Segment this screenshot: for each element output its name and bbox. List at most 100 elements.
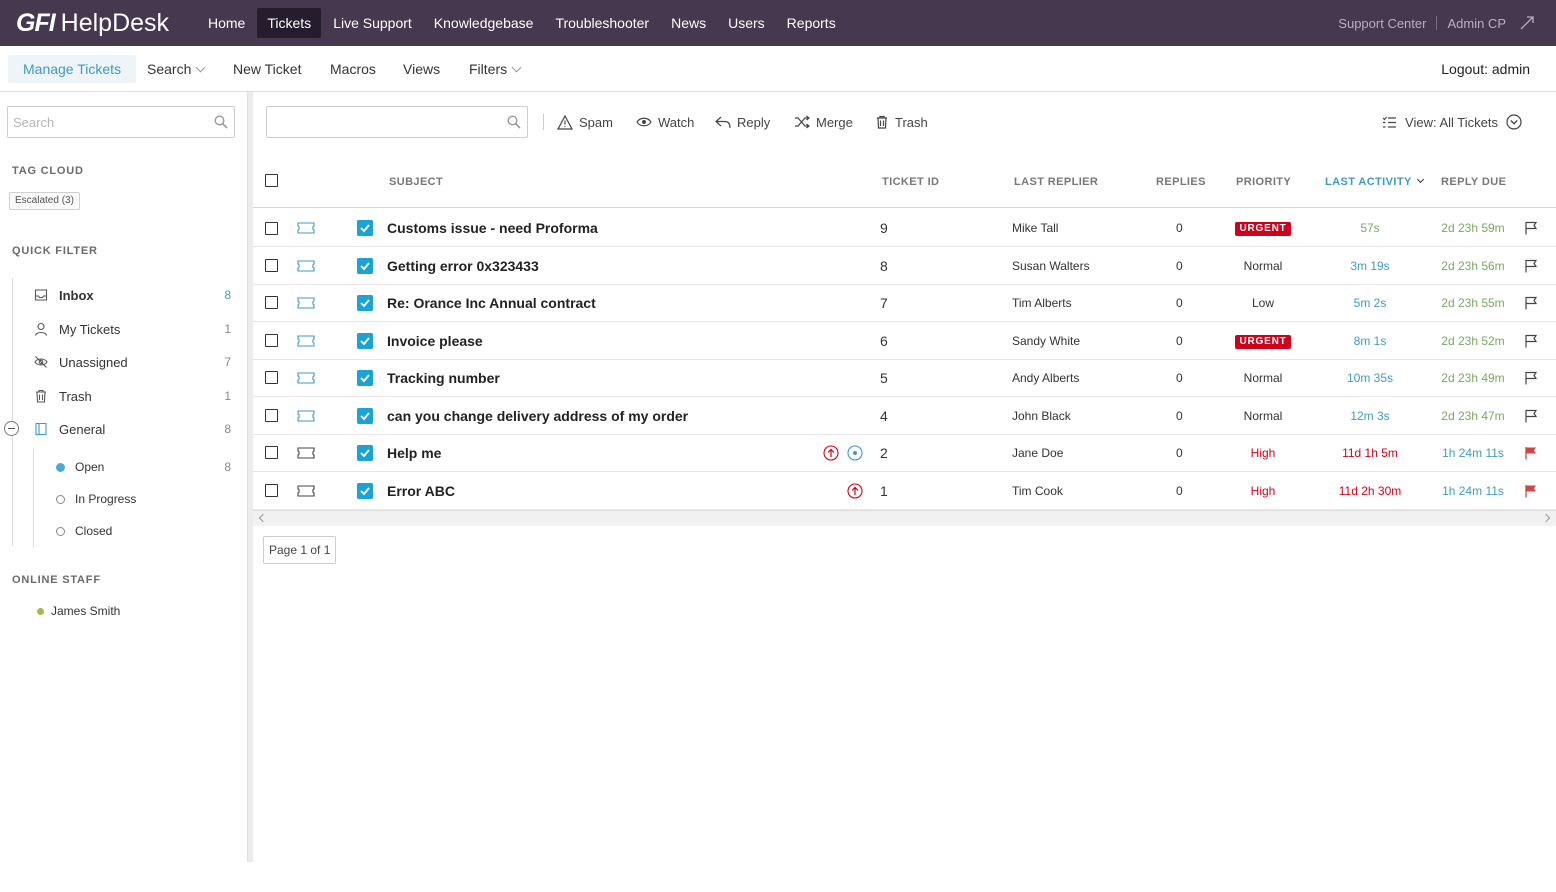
flag-icon[interactable] (1524, 409, 1538, 423)
views-link[interactable]: Views (403, 55, 440, 83)
table-row[interactable]: can you change delivery address of my or… (253, 397, 1556, 435)
nav-knowledgebase[interactable]: Knowledgebase (424, 8, 544, 38)
ticket-subject[interactable]: Help me (387, 434, 441, 472)
search-icon[interactable] (214, 115, 228, 129)
collapse-minus-icon[interactable] (4, 421, 19, 436)
trash-button[interactable]: Trash (875, 112, 928, 132)
flag-icon[interactable] (1524, 484, 1538, 498)
row-checkbox[interactable] (265, 371, 278, 384)
select-all-checkbox[interactable] (265, 174, 278, 187)
scroll-right-icon[interactable] (1541, 513, 1551, 523)
table-row[interactable]: Re: Orance Inc Annual contract 7 Tim Alb… (253, 284, 1556, 322)
staff-member[interactable]: James Smith (37, 604, 120, 618)
flag-icon[interactable] (1524, 296, 1538, 310)
nav-tickets[interactable]: Tickets (257, 8, 322, 38)
col-last-replier[interactable]: LAST REPLIER (1014, 176, 1098, 188)
new-ticket-link[interactable]: New Ticket (233, 55, 301, 83)
ticket-subject[interactable]: Invoice please (387, 322, 483, 360)
expand-icon[interactable] (1520, 16, 1534, 30)
flag-icon[interactable] (1524, 371, 1538, 385)
col-priority[interactable]: PRIORITY (1236, 176, 1291, 188)
filter-trash[interactable]: Trash 1 (34, 386, 234, 406)
tree-line (33, 449, 34, 547)
eye-off-icon (34, 356, 48, 368)
nav-news[interactable]: News (661, 8, 716, 38)
row-checkbox[interactable] (265, 259, 278, 272)
check-icon[interactable] (357, 408, 373, 424)
ticket-subject[interactable]: Getting error 0x323433 (387, 247, 539, 285)
view-selector[interactable]: View: All Tickets (1374, 111, 1530, 133)
scroll-left-icon[interactable] (258, 513, 268, 523)
ticket-search-input[interactable] (267, 107, 497, 137)
merge-button[interactable]: Merge (794, 112, 853, 132)
last-activity: 57s (1360, 221, 1380, 235)
flag-icon[interactable] (1524, 446, 1538, 460)
check-icon[interactable] (357, 333, 373, 349)
top-nav: Home Tickets Live Support Knowledgebase … (198, 8, 848, 38)
macros-link[interactable]: Macros (330, 55, 376, 83)
status-closed[interactable]: Closed (56, 521, 234, 541)
filter-unassigned[interactable]: Unassigned 7 (34, 352, 234, 372)
check-icon[interactable] (357, 295, 373, 311)
filters-menu[interactable]: Filters (469, 55, 522, 83)
ticket-icon (297, 335, 315, 347)
ticket-subject[interactable]: can you change delivery address of my or… (387, 397, 688, 435)
col-last-activity[interactable]: LAST ACTIVITY (1325, 175, 1424, 188)
table-row[interactable]: Error ABC 1 Tim Cook 0 High 11d 2h 30m 1… (253, 472, 1556, 510)
flag-icon[interactable] (1524, 221, 1538, 235)
tag-escalated[interactable]: Escalated (3) (9, 192, 80, 210)
reply-button[interactable]: Reply (715, 112, 770, 132)
ticket-subject[interactable]: Tracking number (387, 359, 500, 397)
row-checkbox[interactable] (265, 484, 278, 497)
filter-inbox[interactable]: Inbox 8 (34, 285, 234, 305)
support-center-link[interactable]: Support Center (1338, 16, 1426, 31)
row-checkbox[interactable] (265, 222, 278, 235)
search-icon[interactable] (507, 115, 521, 129)
ticket-subject[interactable]: Error ABC (387, 472, 455, 510)
row-checkbox[interactable] (265, 446, 278, 459)
col-reply-due[interactable]: REPLY DUE (1441, 176, 1506, 188)
spam-button[interactable]: Spam (557, 112, 613, 132)
status-in-progress[interactable]: In Progress (56, 489, 234, 509)
flag-icon[interactable] (1524, 334, 1538, 348)
sidebar-search-input[interactable] (8, 107, 208, 137)
row-checkbox[interactable] (265, 296, 278, 309)
trash-icon (877, 115, 887, 129)
table-row[interactable]: Getting error 0x323433 8 Susan Walters 0… (253, 247, 1556, 285)
check-icon[interactable] (357, 258, 373, 274)
table-row[interactable]: Help me 2 Jane Doe 0 High 11d 1h 5m 1h 2… (253, 434, 1556, 472)
watch-button[interactable]: Watch (636, 112, 694, 132)
admin-cp-link[interactable]: Admin CP (1447, 16, 1506, 31)
row-checkbox[interactable] (265, 409, 278, 422)
status-open[interactable]: Open 8 (56, 457, 234, 477)
check-icon[interactable] (357, 220, 373, 236)
nav-live-support[interactable]: Live Support (323, 8, 422, 38)
filter-general[interactable]: General 8 (34, 419, 234, 439)
nav-users[interactable]: Users (718, 8, 775, 38)
ticket-subject[interactable]: Customs issue - need Proforma (387, 209, 598, 247)
manage-tickets-tab[interactable]: Manage Tickets (8, 55, 137, 83)
nav-home[interactable]: Home (198, 8, 255, 38)
nav-reports[interactable]: Reports (777, 8, 846, 38)
col-subject[interactable]: SUBJECT (389, 176, 443, 188)
check-icon[interactable] (357, 370, 373, 386)
ticket-subject[interactable]: Re: Orance Inc Annual contract (387, 284, 596, 322)
logo[interactable]: GFI HelpDesk (16, 6, 169, 40)
nav-troubleshooter[interactable]: Troubleshooter (545, 8, 659, 38)
horizontal-scrollbar[interactable] (253, 510, 1556, 526)
pagination[interactable]: Page 1 of 1 (263, 536, 337, 564)
row-checkbox[interactable] (265, 334, 278, 347)
check-icon[interactable] (357, 483, 373, 499)
flag-icon[interactable] (1524, 259, 1538, 273)
check-icon[interactable] (357, 445, 373, 461)
table-header: SUBJECT TICKET ID LAST REPLIER REPLIES P… (253, 162, 1556, 208)
table-row[interactable]: Invoice please 6 Sandy White 0 URGENT 8m… (253, 322, 1556, 360)
logout-link[interactable]: Logout: admin (1441, 55, 1530, 83)
table-row[interactable]: Tracking number 5 Andy Alberts 0 Normal … (253, 359, 1556, 397)
filter-my-tickets[interactable]: My Tickets 1 (34, 319, 234, 339)
table-row[interactable]: Customs issue - need Proforma 9 Mike Tal… (253, 209, 1556, 247)
col-replies[interactable]: REPLIES (1156, 176, 1206, 188)
escalated-arrow-up-icon (847, 483, 863, 499)
col-ticket-id[interactable]: TICKET ID (882, 176, 939, 188)
search-menu[interactable]: Search (147, 55, 206, 83)
